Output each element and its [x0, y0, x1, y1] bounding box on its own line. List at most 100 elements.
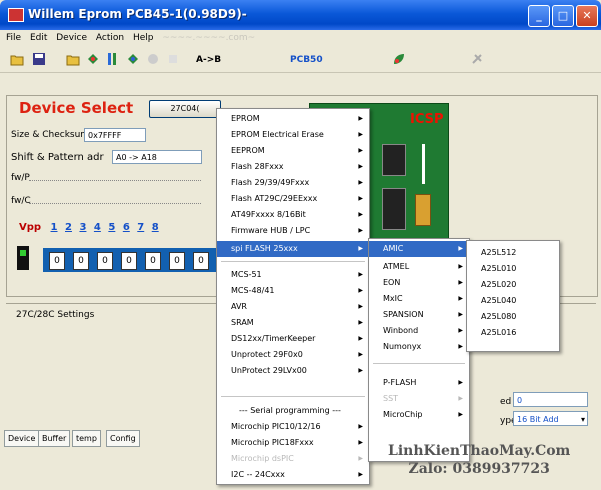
- vpp-5[interactable]: 5: [108, 222, 115, 233]
- menu-item[interactable]: AT49Fxxxx 8/16Bit ▶: [217, 207, 369, 223]
- tab-temp[interactable]: temp: [72, 430, 101, 447]
- vpp-6[interactable]: 6: [123, 222, 130, 233]
- menu-item[interactable]: Numonyx ▶: [369, 339, 469, 355]
- size-checksum-label: Size & Checksum: [11, 130, 90, 140]
- toolbar: A->B PCB50: [0, 46, 601, 73]
- chip-read-icon[interactable]: [86, 52, 100, 66]
- vpp-2[interactable]: 2: [65, 222, 72, 233]
- menu-item[interactable]: A25L512: [467, 245, 559, 261]
- dip-switch[interactable]: 0: [73, 252, 89, 270]
- menu-edit[interactable]: Edit: [30, 30, 47, 46]
- vpp-1[interactable]: 1: [51, 222, 58, 233]
- size-field: 0x7FFFF: [84, 128, 146, 142]
- menu-item[interactable]: A25L040: [467, 293, 559, 309]
- vpp-7[interactable]: 7: [137, 222, 144, 233]
- fwc-label: fw/C: [11, 196, 31, 206]
- menu-item[interactable]: SRAM ▶: [217, 315, 369, 331]
- menu-item[interactable]: MicroChip ▶: [369, 407, 469, 423]
- menu-item[interactable]: MCS-51 ▶: [217, 267, 369, 283]
- dip-switch[interactable]: 0: [193, 252, 209, 270]
- chip-model-menu: A25L512 A25L010 A25L020 A25L040 A25L080 …: [466, 240, 560, 352]
- menu-item[interactable]: EPROM Electrical Erase ▶: [217, 127, 369, 143]
- menu-item[interactable]: Winbond ▶: [369, 323, 469, 339]
- dip-switch[interactable]: 0: [49, 252, 65, 270]
- shift-pattern-field[interactable]: A0 -> A18: [112, 150, 202, 164]
- dip-switch[interactable]: 0: [145, 252, 161, 270]
- dip-switch[interactable]: 0: [169, 252, 185, 270]
- menu-item[interactable]: Flash AT29C/29EExxx ▶: [217, 191, 369, 207]
- menu-item-spi-flash[interactable]: spi FLASH 25xxx ▶: [217, 241, 369, 257]
- menu-file[interactable]: File: [6, 30, 21, 46]
- a-to-b-button[interactable]: A->B: [196, 55, 221, 65]
- menu-item-amic[interactable]: AMIC ▶: [369, 241, 469, 257]
- right-value-field[interactable]: 0: [513, 392, 588, 407]
- settings-label: 27C/28C Settings: [16, 310, 95, 320]
- pcb-button[interactable]: PCB50: [290, 55, 323, 65]
- menu-item[interactable]: MCS-48/41 ▶: [217, 283, 369, 299]
- verify-icon[interactable]: [126, 52, 140, 66]
- menu-item[interactable]: MxIC ▶: [369, 291, 469, 307]
- menu-item[interactable]: EEPROM ▶: [217, 143, 369, 159]
- menu-item[interactable]: Unprotect 29F0x0 ▶: [217, 347, 369, 363]
- menu-item[interactable]: A25L080: [467, 309, 559, 325]
- menu-item[interactable]: Firmware HUB / LPC ▶: [217, 223, 369, 239]
- menu-item[interactable]: I2C -- 24Cxxx ▶: [217, 467, 369, 483]
- fwc-slider[interactable]: [29, 193, 201, 204]
- watermark-line-2: Zalo: 0389937723: [408, 461, 550, 477]
- menu-item[interactable]: A25L020: [467, 277, 559, 293]
- menu-item[interactable]: Microchip PIC10/12/16 ▶: [217, 419, 369, 435]
- menu-item: Microchip dsPIC ▶: [231, 454, 363, 463]
- vpp-label: Vpp: [19, 222, 42, 233]
- settings-icon[interactable]: [470, 52, 484, 66]
- load-icon[interactable]: [66, 52, 80, 66]
- type-select-value: 16 Bit Add: [517, 415, 559, 424]
- menu-separator: [221, 396, 365, 397]
- tab-config[interactable]: Config: [106, 430, 140, 447]
- menu-device[interactable]: Device: [56, 30, 87, 46]
- menu-item[interactable]: EPROM ▶: [217, 111, 369, 127]
- menu-item[interactable]: EON ▶: [369, 275, 469, 291]
- menu-item[interactable]: UnProtect 29LVx00 ▶: [217, 363, 369, 379]
- blank-check-icon[interactable]: [166, 52, 180, 66]
- menu-action[interactable]: Action: [96, 30, 124, 46]
- menu-help[interactable]: Help: [133, 30, 154, 46]
- menu-item[interactable]: DS12xx/TimerKeeper ▶: [217, 331, 369, 347]
- chevron-down-icon: ▾: [580, 415, 585, 424]
- chip-write-icon[interactable]: [106, 52, 120, 66]
- vpp-8[interactable]: 8: [152, 222, 159, 233]
- ic-socket: [415, 194, 431, 226]
- menu-item[interactable]: P-FLASH ▶: [369, 375, 469, 391]
- fwp-slider[interactable]: [29, 170, 201, 181]
- menu-item[interactable]: Flash 29/39/49Fxxx ▶: [217, 175, 369, 191]
- icsp-label: ICSP: [410, 112, 444, 127]
- menu-item[interactable]: SPANSION ▶: [369, 307, 469, 323]
- menu-item[interactable]: Flash 28Fxxx ▶: [217, 159, 369, 175]
- device-select-button[interactable]: 27C04(: [149, 100, 221, 118]
- open-folder-icon[interactable]: [10, 52, 24, 66]
- menu-item[interactable]: Microchip PIC18Fxxx ▶: [217, 435, 369, 451]
- dip-switch[interactable]: 0: [97, 252, 113, 270]
- leaf-icon[interactable]: [392, 52, 406, 66]
- vpp-4[interactable]: 4: [94, 222, 101, 233]
- tab-buffer[interactable]: Buffer: [38, 430, 71, 447]
- app-icon: [8, 8, 24, 22]
- erase-icon[interactable]: [146, 52, 160, 66]
- maximize-button[interactable]: □: [552, 5, 574, 27]
- manufacturer-menu: AMIC ▶ ATMEL ▶ EON ▶ MxIC ▶ SPANSION ▶ Winbon…: [368, 238, 470, 462]
- minimize-button[interactable]: _: [528, 5, 550, 27]
- tab-device[interactable]: Device: [4, 430, 40, 447]
- title-bar[interactable]: Willem Eprom PCB45-1(0.98D9)- _ □ ✕: [0, 0, 601, 30]
- menu-item[interactable]: ATMEL ▶: [369, 259, 469, 275]
- dip-switch[interactable]: 0: [121, 252, 137, 270]
- menu-section-header: --- Serial programming ---: [239, 406, 341, 415]
- type-select[interactable]: 16 Bit Add ▾: [513, 411, 588, 426]
- vpp-3[interactable]: 3: [79, 222, 86, 233]
- watermark-line-1: LinhKienThaoMay.Com: [388, 443, 571, 459]
- app-window: Willem Eprom PCB45-1(0.98D9)- _ □ ✕ File…: [0, 0, 601, 490]
- save-icon[interactable]: [32, 52, 46, 66]
- menu-item[interactable]: A25L010: [467, 261, 559, 277]
- window-title: Willem Eprom PCB45-1(0.98D9)-: [28, 7, 247, 21]
- menu-item[interactable]: A25L016: [467, 325, 559, 341]
- close-button[interactable]: ✕: [576, 5, 598, 27]
- menu-item[interactable]: AVR ▶: [217, 299, 369, 315]
